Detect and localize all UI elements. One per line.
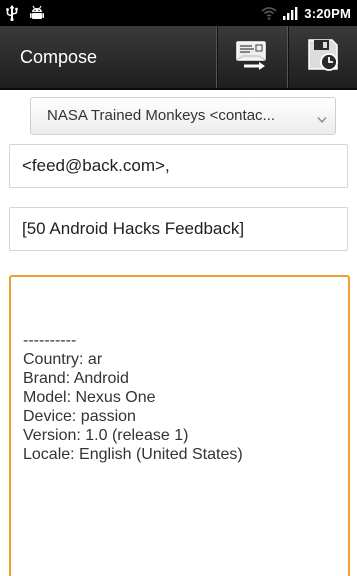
body-line-brand: Brand: Android	[23, 370, 129, 387]
phone-screen: 3:20PM Compose NASA Trained Monkeys <con…	[0, 0, 357, 576]
compose-form: NASA Trained Monkeys <contac... <feed@ba…	[0, 90, 357, 576]
body-separator: ----------	[23, 332, 77, 349]
send-icon	[234, 39, 270, 76]
to-field[interactable]: <feed@back.com>,	[9, 144, 348, 188]
status-time: 3:20PM	[304, 5, 351, 21]
save-draft-icon	[305, 37, 341, 78]
status-bar: 3:20PM	[0, 0, 357, 26]
body-line-country: Country: ar	[23, 351, 103, 368]
status-bar-system: 3:20PM	[261, 3, 351, 23]
from-account-spinner[interactable]: NASA Trained Monkeys <contac...	[30, 97, 336, 135]
save-draft-button[interactable]	[287, 26, 357, 88]
send-button[interactable]	[216, 26, 287, 88]
usb-icon	[6, 5, 18, 21]
signal-icon	[283, 6, 298, 20]
message-body-field[interactable]: ---------- Country: ar Brand: Android Mo…	[9, 275, 350, 576]
body-line-locale: Locale: English (United States)	[23, 446, 243, 463]
wifi-icon	[261, 6, 277, 20]
body-line-version: Version: 1.0 (release 1)	[23, 427, 189, 444]
action-bar: Compose	[0, 26, 357, 90]
chevron-down-icon	[317, 111, 327, 129]
body-line-device: Device: passion	[23, 408, 136, 425]
from-account-value: NASA Trained Monkeys <contac...	[47, 107, 276, 124]
android-debug-icon	[30, 5, 44, 21]
subject-field[interactable]: [50 Android Hacks Feedback]	[9, 207, 348, 251]
screen-title: Compose	[20, 47, 98, 67]
status-bar-notifications	[6, 3, 44, 23]
body-line-model: Model: Nexus One	[23, 389, 156, 406]
